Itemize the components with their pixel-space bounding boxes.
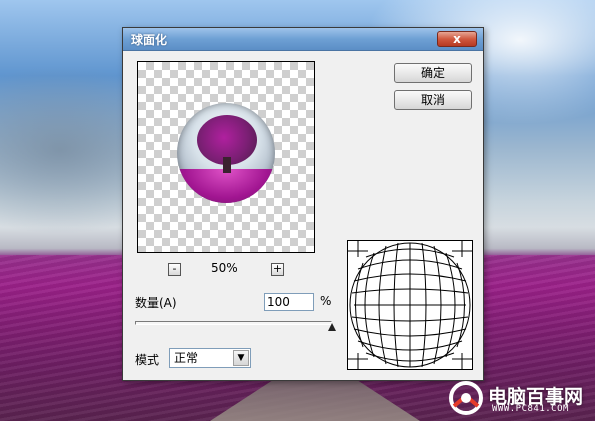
preview-field xyxy=(177,169,275,203)
spherize-grid-preview xyxy=(347,240,473,370)
amount-input[interactable] xyxy=(264,293,314,311)
amount-slider-track[interactable] xyxy=(135,321,332,325)
dialog-title: 球面化 xyxy=(131,33,168,47)
amount-label: 数量(A) xyxy=(135,296,177,310)
site-watermark: 电脑百事网 WWW.PC841.COM xyxy=(446,378,594,418)
zoom-level: 50% xyxy=(211,261,238,275)
zoom-in-button[interactable]: + xyxy=(271,263,284,276)
grid-icon xyxy=(348,241,472,369)
ok-button[interactable]: 确定 xyxy=(394,63,472,83)
mode-label: 模式 xyxy=(135,353,160,367)
mode-select[interactable]: 正常 ▼ xyxy=(169,348,251,368)
cancel-button[interactable]: 取消 xyxy=(394,90,472,110)
spherized-image xyxy=(177,103,275,203)
preview-pane[interactable] xyxy=(137,61,315,253)
dialog-titlebar[interactable]: 球面化 x xyxy=(123,28,483,51)
mode-selected-value: 正常 xyxy=(174,351,199,365)
amount-slider-thumb[interactable] xyxy=(328,323,336,331)
watermark-url: WWW.PC841.COM xyxy=(492,404,569,414)
amount-unit: % xyxy=(320,294,332,308)
spherize-dialog: 球面化 x - 50% + 确定 取消 数量(A) % 模式 正常 ▼ xyxy=(122,27,484,381)
chevron-down-icon[interactable]: ▼ xyxy=(233,350,249,366)
zoom-out-button[interactable]: - xyxy=(168,263,181,276)
preview-tree-trunk xyxy=(223,157,231,173)
close-button[interactable]: x xyxy=(437,31,477,47)
watermark-logo-icon xyxy=(449,381,483,415)
